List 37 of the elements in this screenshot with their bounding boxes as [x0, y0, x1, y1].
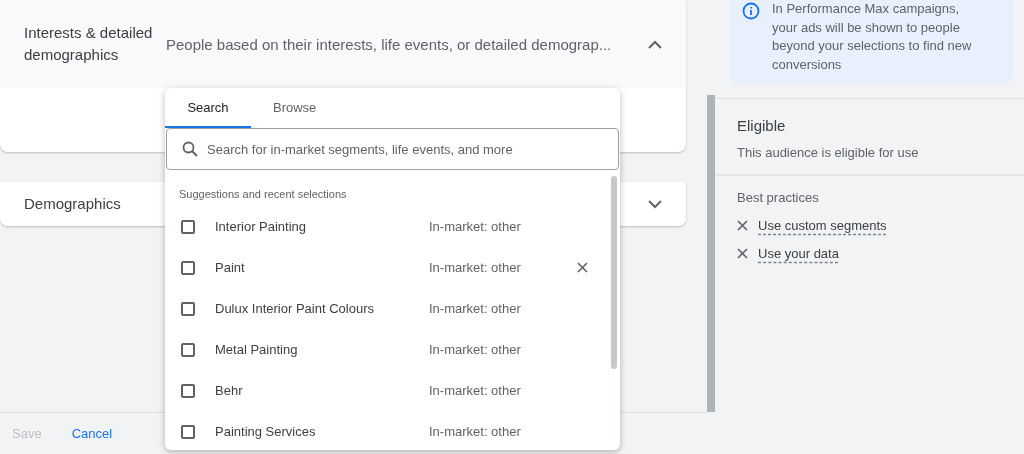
checkbox[interactable] [181, 424, 195, 439]
checkbox[interactable] [181, 219, 195, 234]
segment-category: In-market: other [429, 260, 522, 275]
status-title: Eligible [737, 117, 787, 134]
best-practice-link[interactable]: Use your data [758, 246, 839, 261]
segment-name: Paint [215, 260, 246, 275]
segment-category: In-market: other [429, 424, 522, 439]
segment-name: Painting Services [215, 424, 317, 439]
checkbox[interactable] [181, 260, 195, 275]
checkbox[interactable] [181, 383, 195, 398]
segment-name: Behr [215, 383, 244, 398]
section-summary: People based on their interests, life events, or detailed demograp... [166, 35, 612, 53]
list-heading: Suggestions and recent selections [178, 187, 348, 202]
info-text: In Performance Max campaigns, your ads will be shown to people beyond your selections to find new conversions [772, 0, 972, 74]
segment-name: Dulux Interior Paint Colours [215, 301, 375, 316]
chevron-icon[interactable] [648, 39, 662, 49]
status-text: This audience is eligible for use [737, 145, 920, 160]
best-practice-link[interactable]: Use custom segments [758, 218, 887, 233]
segment-category: In-market: other [429, 342, 522, 357]
info-icon [742, 2, 760, 20]
segment-name: Interior Painting [215, 219, 308, 234]
best-practices-heading: Best practices [737, 190, 820, 205]
scrollbar-thumb[interactable] [707, 95, 715, 412]
segment-name: Metal Painting [215, 342, 299, 357]
footer-button[interactable]: Cancel [71, 422, 113, 445]
chevron-icon[interactable] [648, 199, 662, 209]
section-title: Demographics [24, 194, 122, 214]
segment-category: In-market: other [429, 219, 522, 234]
tab[interactable]: Browse [251, 88, 339, 128]
checkbox[interactable] [181, 342, 195, 357]
checkbox[interactable] [181, 301, 195, 316]
segment-category: In-market: other [429, 301, 522, 316]
close-icon[interactable] [577, 262, 588, 273]
search-field[interactable]: Search for in-market segments, life events, and more [166, 128, 619, 170]
scrollbar-thumb[interactable] [611, 176, 617, 369]
segment-category: In-market: other [429, 383, 522, 398]
section-title: Interests & detailed demographics [24, 23, 154, 65]
